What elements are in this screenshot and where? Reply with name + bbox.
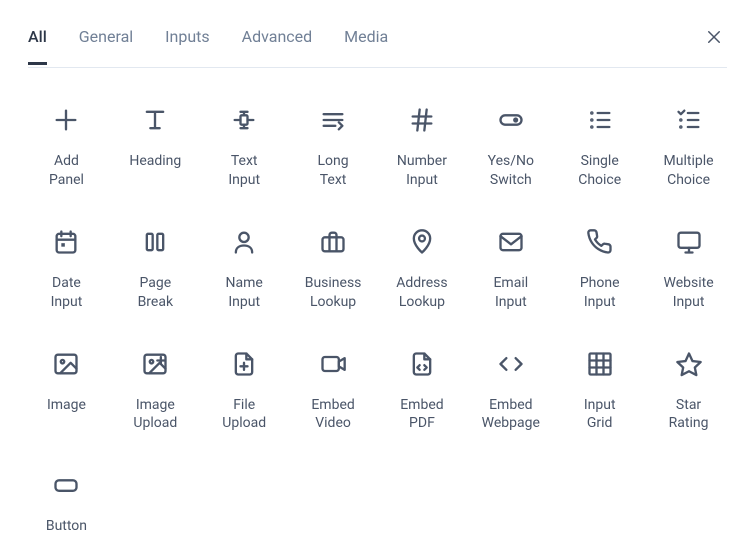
grid-icon — [576, 340, 624, 388]
component-label: Multiple Choice — [664, 152, 714, 190]
component-heading[interactable]: Heading — [117, 96, 194, 190]
component-multiple-choice[interactable]: Multiple Choice — [650, 96, 727, 190]
tab-media[interactable]: Media — [344, 27, 388, 64]
component-file-upload[interactable]: File Upload — [206, 340, 283, 434]
component-label: Single Choice — [578, 152, 621, 190]
component-website-input[interactable]: Website Input — [650, 218, 727, 312]
component-phone-input[interactable]: Phone Input — [561, 218, 638, 312]
tab-label: Advanced — [242, 27, 313, 46]
phone-icon — [576, 218, 624, 266]
map-pin-icon — [398, 218, 446, 266]
component-label: Phone Input — [580, 274, 620, 312]
tab-label: All — [28, 27, 47, 46]
user-icon — [220, 218, 268, 266]
tab-advanced[interactable]: Advanced — [242, 27, 313, 64]
monitor-icon — [665, 218, 713, 266]
long-text-icon — [309, 96, 357, 144]
component-name-input[interactable]: Name Input — [206, 218, 283, 312]
list-icon — [576, 96, 624, 144]
close-icon — [705, 28, 723, 46]
code-icon — [487, 340, 535, 388]
close-button[interactable] — [701, 24, 727, 53]
component-label: Address Lookup — [396, 274, 447, 312]
tab-label: General — [79, 27, 133, 46]
component-date-input[interactable]: Date Input — [28, 218, 105, 312]
component-image-upload[interactable]: Image Upload — [117, 340, 194, 434]
component-add-panel[interactable]: Add Panel — [28, 96, 105, 190]
component-embed-webpage[interactable]: Embed Webpage — [472, 340, 549, 434]
file-upload-icon — [220, 340, 268, 388]
star-icon — [665, 340, 713, 388]
component-star-rating[interactable]: Star Rating — [650, 340, 727, 434]
hash-icon — [398, 96, 446, 144]
component-label: Long Text — [318, 152, 349, 190]
component-label: Image — [47, 396, 86, 415]
component-address-lookup[interactable]: Address Lookup — [384, 218, 461, 312]
checklist-icon — [665, 96, 713, 144]
heading-icon — [131, 96, 179, 144]
tab-inputs[interactable]: Inputs — [165, 27, 209, 64]
component-label: Number Input — [397, 152, 447, 190]
tab-all[interactable]: All — [28, 27, 47, 64]
component-text-input[interactable]: Text Input — [206, 96, 283, 190]
mail-icon — [487, 218, 535, 266]
component-label: Name Input — [226, 274, 263, 312]
component-label: Embed Webpage — [482, 396, 540, 434]
component-business-lookup[interactable]: Business Lookup — [295, 218, 372, 312]
component-label: Business Lookup — [305, 274, 362, 312]
component-label: Star Rating — [669, 396, 709, 434]
component-label: Image Upload — [133, 396, 177, 434]
image-upload-icon — [131, 340, 179, 388]
component-yes-no-switch[interactable]: Yes/No Switch — [472, 96, 549, 190]
calendar-icon — [42, 218, 90, 266]
component-embed-video[interactable]: Embed Video — [295, 340, 372, 434]
component-label: File Upload — [222, 396, 266, 434]
tabs-bar: All General Inputs Advanced Media — [28, 0, 727, 68]
component-image[interactable]: Image — [28, 340, 105, 434]
component-label: Text Input — [228, 152, 260, 190]
component-label: Add Panel — [49, 152, 84, 190]
component-number-input[interactable]: Number Input — [384, 96, 461, 190]
component-picker: All General Inputs Advanced Media Add Panel H… — [0, 0, 755, 556]
component-page-break[interactable]: Page Break — [117, 218, 194, 312]
component-label: Page Break — [138, 274, 173, 312]
component-button[interactable]: Button — [28, 461, 105, 536]
component-email-input[interactable]: Email Input — [472, 218, 549, 312]
component-label: Date Input — [51, 274, 83, 312]
video-icon — [309, 340, 357, 388]
toggle-icon — [487, 96, 535, 144]
component-input-grid[interactable]: Input Grid — [561, 340, 638, 434]
plus-icon — [42, 96, 90, 144]
component-long-text[interactable]: Long Text — [295, 96, 372, 190]
component-label: Embed PDF — [400, 396, 443, 434]
component-single-choice[interactable]: Single Choice — [561, 96, 638, 190]
text-input-icon — [220, 96, 268, 144]
image-icon — [42, 340, 90, 388]
tab-general[interactable]: General — [79, 27, 133, 64]
briefcase-icon — [309, 218, 357, 266]
component-label: Email Input — [493, 274, 528, 312]
component-embed-pdf[interactable]: Embed PDF — [384, 340, 461, 434]
tab-label: Media — [344, 27, 388, 46]
button-icon — [42, 461, 90, 509]
component-label: Button — [46, 517, 87, 536]
file-code-icon — [398, 340, 446, 388]
tab-label: Inputs — [165, 27, 209, 46]
component-label: Input Grid — [584, 396, 616, 434]
component-grid: Add Panel Heading Text Input Long Text Numbe… — [28, 68, 727, 536]
component-label: Heading — [129, 152, 181, 171]
component-label: Yes/No Switch — [488, 152, 534, 190]
component-label: Embed Video — [311, 396, 354, 434]
page-break-icon — [131, 218, 179, 266]
component-label: Website Input — [663, 274, 713, 312]
